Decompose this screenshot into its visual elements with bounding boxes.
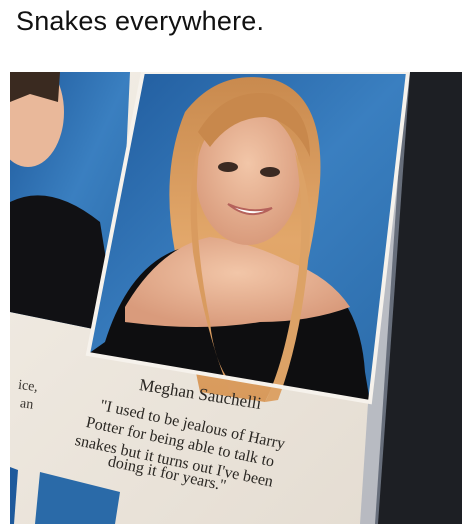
yearbook-photo: ice, an Meghan Sauchelli "I used to be j…: [10, 72, 462, 524]
neighbor-quote-fragment: an: [19, 396, 35, 413]
main-portrait: [88, 72, 408, 402]
post-caption: Snakes everywhere.: [16, 6, 265, 36]
neighbor-quote-fragment: ice,: [17, 377, 39, 396]
